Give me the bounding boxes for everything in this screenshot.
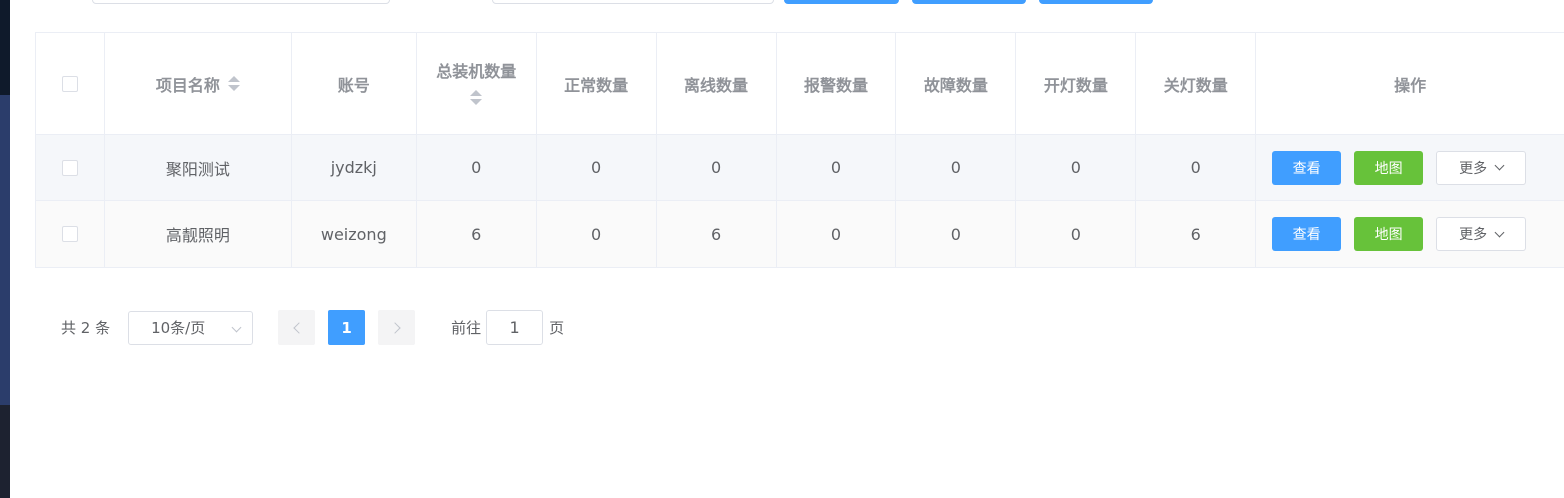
row-select-cell <box>36 135 105 201</box>
sidebar-edge <box>0 0 10 498</box>
cell-fault: 0 <box>896 135 1017 201</box>
cell-offline: 0 <box>656 135 777 201</box>
header-fault-label: 故障数量 <box>923 75 988 95</box>
page-number-current[interactable]: 1 <box>328 310 366 345</box>
cell-normal: 0 <box>537 201 657 267</box>
goto-page-input[interactable]: 1 <box>486 310 544 345</box>
more-button-label: 更多 <box>1459 160 1488 177</box>
chevron-down-icon <box>1494 227 1505 237</box>
header-offline-label: 离线数量 <box>684 75 749 95</box>
chevron-left-icon <box>292 321 305 334</box>
cell-account: jydzkj <box>291 135 417 201</box>
chevron-right-icon <box>388 321 401 334</box>
goto-suffix: 页 <box>549 319 565 337</box>
cell-project-name: 聚阳测试 <box>104 135 292 201</box>
more-dropdown-button[interactable]: 更多 <box>1436 150 1527 185</box>
header-project-name-label: 项目名称 <box>155 75 220 95</box>
chevron-down-icon <box>231 322 242 332</box>
chevron-down-icon <box>1494 160 1505 171</box>
cell-actions: 查看 地图 更多 <box>1256 135 1564 201</box>
header-light-off: 关灯数量 <box>1136 33 1257 135</box>
cell-light-off: 6 <box>1136 201 1257 267</box>
project-table: 项目名称 账号 总装机数量 正常数量 离线数量 报警数量 故障数量 开灯数量 关… <box>35 32 1564 268</box>
filter-button-2[interactable] <box>912 0 1026 4</box>
cell-alarm: 0 <box>777 201 897 267</box>
cell-total: 6 <box>417 201 537 267</box>
cell-light-on: 0 <box>1016 135 1137 201</box>
goto-label: 前往 <box>451 319 482 337</box>
prev-page-button[interactable] <box>278 310 316 345</box>
header-alarm: 报警数量 <box>776 33 897 135</box>
header-fault: 故障数量 <box>896 33 1017 135</box>
more-dropdown-button[interactable]: 更多 <box>1436 217 1527 251</box>
filter-input-1[interactable] <box>92 0 390 4</box>
header-offline: 离线数量 <box>656 33 777 135</box>
header-normal-label: 正常数量 <box>564 75 629 95</box>
cell-light-off: 0 <box>1136 135 1257 201</box>
header-account: 账号 <box>291 33 417 135</box>
header-actions: 操作 <box>1256 33 1564 135</box>
next-page-button[interactable] <box>378 310 416 345</box>
select-all-checkbox[interactable] <box>61 75 78 92</box>
header-light-on: 开灯数量 <box>1016 33 1137 135</box>
more-button-label: 更多 <box>1459 227 1488 243</box>
filter-bar-partial <box>0 0 1564 8</box>
page-size-select[interactable]: 10条/页 <box>128 310 254 345</box>
sort-icon[interactable] <box>470 90 483 105</box>
cell-total: 0 <box>416 135 537 201</box>
header-account-label: 账号 <box>337 75 370 95</box>
table-header-row: 项目名称 账号 总装机数量 正常数量 离线数量 报警数量 故障数量 开灯数量 关… <box>36 33 1564 135</box>
row-checkbox[interactable] <box>61 226 78 242</box>
cell-offline: 6 <box>657 201 777 267</box>
cell-fault: 0 <box>896 201 1017 267</box>
map-button[interactable]: 地图 <box>1354 217 1424 251</box>
row-select-cell <box>36 201 105 267</box>
cell-alarm: 0 <box>776 135 897 201</box>
cell-account: weizong <box>292 201 417 267</box>
header-actions-label: 操作 <box>1394 75 1427 95</box>
filter-input-2[interactable] <box>492 0 774 4</box>
pagination: 共 2 条 10条/页 1 前往 1 页 <box>61 310 564 345</box>
cell-actions: 查看 地图 更多 <box>1256 201 1564 267</box>
header-light-on-label: 开灯数量 <box>1043 75 1108 95</box>
pagination-total: 共 2 条 <box>61 319 111 337</box>
table-row: 高靓照明 weizong 6 0 6 0 0 0 6 查看 地图 更多 <box>36 201 1564 267</box>
cell-normal: 0 <box>536 135 657 201</box>
view-button[interactable]: 查看 <box>1272 217 1342 251</box>
filter-button-1[interactable] <box>784 0 899 4</box>
cell-light-on: 0 <box>1016 201 1137 267</box>
page-size-value: 10条/页 <box>151 319 206 337</box>
header-total-installed: 总装机数量 <box>416 33 537 135</box>
header-light-off-label: 关灯数量 <box>1163 75 1228 95</box>
table-row: 聚阳测试 jydzkj 0 0 0 0 0 0 0 查看 地图 更多 <box>36 135 1564 201</box>
view-button[interactable]: 查看 <box>1272 150 1342 185</box>
map-button[interactable]: 地图 <box>1354 150 1424 185</box>
sort-icon[interactable] <box>227 76 240 91</box>
header-total-label: 总装机数量 <box>436 62 517 81</box>
header-alarm-label: 报警数量 <box>803 75 868 95</box>
header-project-name: 项目名称 <box>104 33 292 135</box>
filter-button-3[interactable] <box>1039 0 1153 4</box>
cell-project-name: 高靓照明 <box>105 201 292 267</box>
header-normal: 正常数量 <box>536 33 657 135</box>
header-select-all-cell <box>36 33 105 135</box>
row-checkbox[interactable] <box>61 159 78 176</box>
